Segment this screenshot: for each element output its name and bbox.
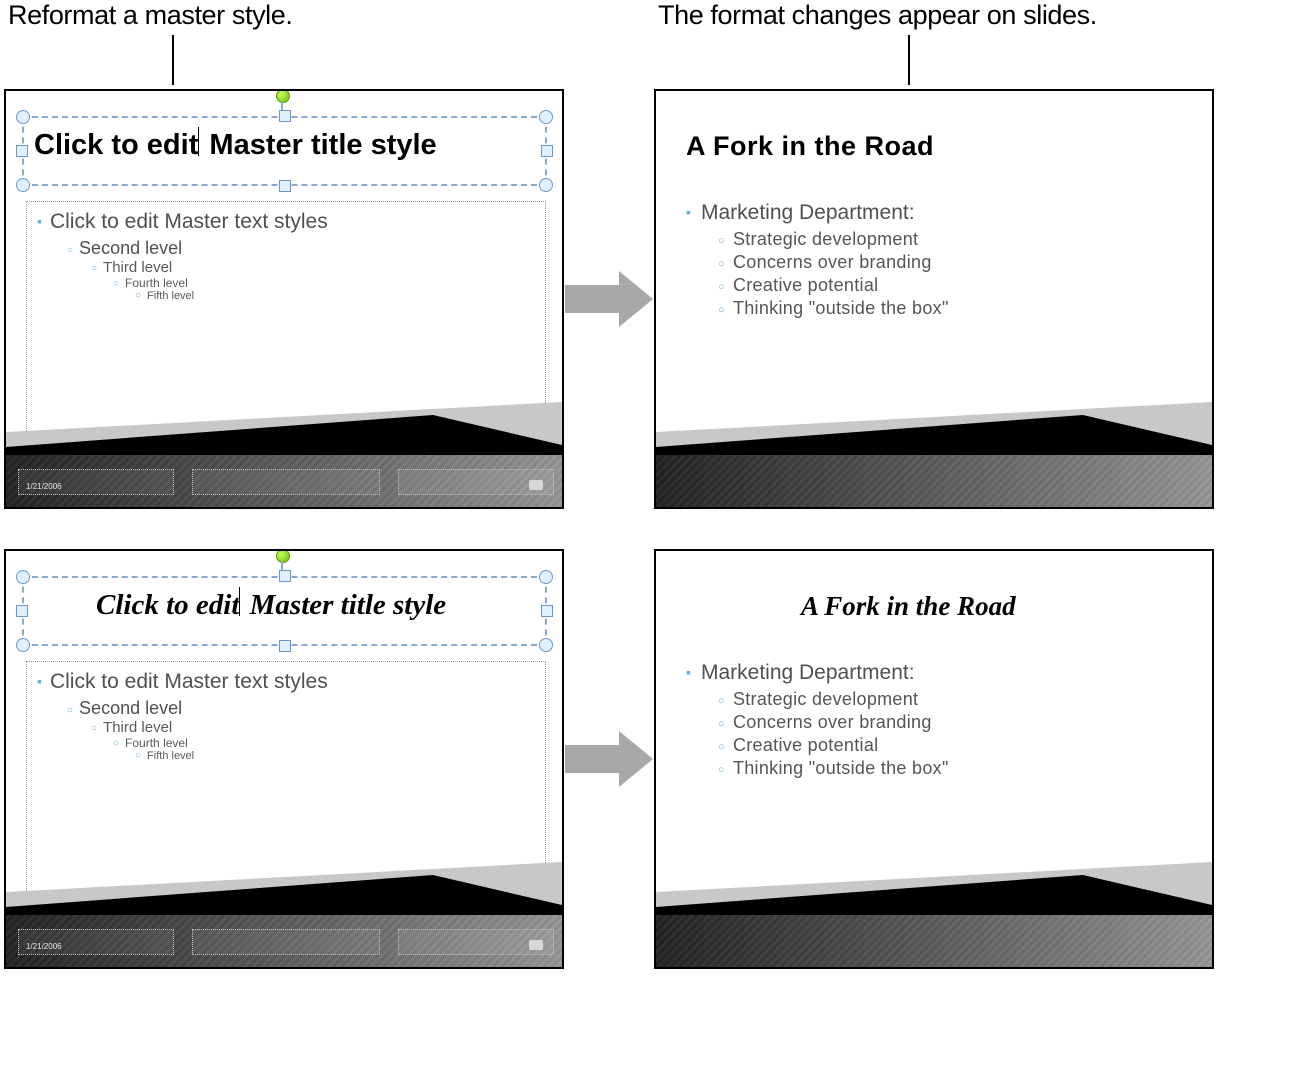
bullet-level-2: Thinking "outside the box" bbox=[718, 298, 1192, 319]
page-number-footer-box[interactable] bbox=[398, 929, 554, 955]
master-slide-after: Click to edit Master title style Click t… bbox=[4, 549, 564, 969]
resize-handle-icon[interactable] bbox=[539, 570, 553, 584]
slide-body: Marketing Department: Strategic developm… bbox=[682, 201, 1192, 321]
footer-placeholders bbox=[18, 929, 554, 959]
bullet-level-2: Strategic development bbox=[718, 689, 1192, 710]
text-cursor-icon bbox=[198, 127, 199, 156]
resize-handle-icon[interactable] bbox=[16, 178, 30, 192]
example-row-1: Click to edit Master title style Click t… bbox=[0, 85, 1316, 517]
resize-handle-icon[interactable] bbox=[16, 638, 30, 652]
slide-title: A Fork in the Road bbox=[686, 131, 934, 162]
example-row-2: Click to edit Master title style Click t… bbox=[0, 545, 1316, 977]
title-before-cursor: Click to edit bbox=[34, 129, 198, 161]
pointer-right bbox=[660, 31, 1316, 85]
bullet-level-2: Thinking "outside the box" bbox=[718, 758, 1192, 779]
content-placeholder[interactable]: Click to edit Master text styles Second … bbox=[26, 661, 546, 901]
result-slide-after: A Fork in the Road Marketing Department:… bbox=[654, 549, 1214, 969]
content-placeholder[interactable]: Click to edit Master text styles Second … bbox=[26, 201, 546, 441]
arrow-right-icon bbox=[565, 271, 653, 327]
page-number-icon bbox=[529, 480, 543, 490]
resize-handle-icon[interactable] bbox=[279, 110, 291, 122]
resize-handle-icon[interactable] bbox=[279, 640, 291, 652]
caption-left: Reformat a master style. bbox=[8, 0, 568, 31]
title-after-cursor: Master title style bbox=[209, 129, 436, 161]
resize-handle-icon[interactable] bbox=[16, 110, 30, 124]
bullet-level-3: Third level bbox=[91, 719, 539, 736]
footer-placeholders bbox=[18, 469, 554, 499]
resize-handle-icon[interactable] bbox=[541, 145, 553, 157]
arrow-right-icon bbox=[565, 731, 653, 787]
page-number-footer-box[interactable] bbox=[398, 469, 554, 495]
bullet-level-1: Click to edit Master text styles bbox=[37, 670, 539, 694]
master-title-text[interactable]: Click to edit Master title style bbox=[34, 125, 437, 162]
master-title-text[interactable]: Click to edit Master title style bbox=[96, 585, 446, 622]
resize-handle-icon[interactable] bbox=[279, 570, 291, 582]
bullet-level-4: Fourth level bbox=[113, 736, 539, 750]
master-slide-before: Click to edit Master title style Click t… bbox=[4, 89, 564, 509]
resize-handle-icon[interactable] bbox=[539, 178, 553, 192]
center-footer-box[interactable] bbox=[192, 469, 380, 495]
resize-handle-icon[interactable] bbox=[16, 145, 28, 157]
bullet-level-2: Strategic development bbox=[718, 229, 1192, 250]
arrow-column bbox=[564, 731, 654, 787]
resize-handle-icon[interactable] bbox=[279, 180, 291, 192]
rotate-handle-icon[interactable] bbox=[276, 89, 290, 103]
resize-handle-icon[interactable] bbox=[541, 605, 553, 617]
pointer-row bbox=[0, 31, 1316, 85]
bullet-level-5: Fifth level bbox=[135, 290, 539, 302]
page-number-icon bbox=[529, 940, 543, 950]
bullet-level-3: Third level bbox=[91, 259, 539, 276]
bullet-level-4: Fourth level bbox=[113, 276, 539, 290]
bullet-level-2: Creative potential bbox=[718, 735, 1192, 756]
rotate-handle-icon[interactable] bbox=[276, 549, 290, 563]
bullet-level-2: Creative potential bbox=[718, 275, 1192, 296]
slide-background-graphic-icon bbox=[656, 397, 1212, 507]
center-footer-box[interactable] bbox=[192, 929, 380, 955]
bullet-level-2: Second level bbox=[67, 238, 539, 259]
text-cursor-icon bbox=[239, 587, 240, 616]
bullet-level-5: Fifth level bbox=[135, 750, 539, 762]
pointer-left bbox=[0, 31, 660, 85]
result-slide-before: A Fork in the Road Marketing Department:… bbox=[654, 89, 1214, 509]
bullet-level-2: Second level bbox=[67, 698, 539, 719]
resize-handle-icon[interactable] bbox=[16, 605, 28, 617]
resize-handle-icon[interactable] bbox=[539, 110, 553, 124]
title-after-cursor: Master title style bbox=[250, 589, 447, 621]
resize-handle-icon[interactable] bbox=[16, 570, 30, 584]
slide-title: A Fork in the Road bbox=[801, 591, 1016, 622]
bullet-level-1: Marketing Department: bbox=[686, 201, 1192, 225]
date-footer-box[interactable] bbox=[18, 469, 174, 495]
arrow-column bbox=[564, 271, 654, 327]
title-before-cursor: Click to edit bbox=[96, 589, 239, 621]
pointer-line-icon bbox=[172, 35, 174, 85]
slide-body: Marketing Department: Strategic developm… bbox=[682, 661, 1192, 781]
bullet-level-1: Click to edit Master text styles bbox=[37, 210, 539, 234]
caption-right: The format changes appear on slides. bbox=[568, 0, 1308, 31]
date-footer-box[interactable] bbox=[18, 929, 174, 955]
caption-row: Reformat a master style. The format chan… bbox=[0, 0, 1316, 31]
pointer-line-icon bbox=[908, 35, 910, 85]
bullet-level-2: Concerns over branding bbox=[718, 252, 1192, 273]
bullet-level-2: Concerns over branding bbox=[718, 712, 1192, 733]
resize-handle-icon[interactable] bbox=[539, 638, 553, 652]
slide-background-graphic-icon bbox=[656, 857, 1212, 967]
bullet-level-1: Marketing Department: bbox=[686, 661, 1192, 685]
